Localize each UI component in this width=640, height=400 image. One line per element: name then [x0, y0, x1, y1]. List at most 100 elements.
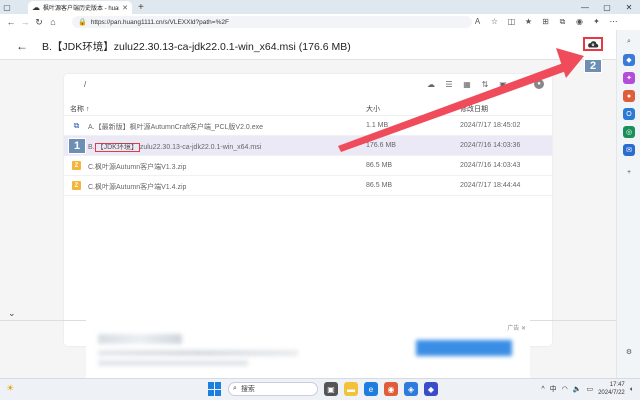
- package-icon[interactable]: ▣: [498, 79, 508, 89]
- volume-icon[interactable]: 🔈: [573, 385, 582, 393]
- file-name-prefix: B.: [88, 144, 95, 151]
- step-badge-1: 1: [68, 138, 86, 154]
- file-date: 2024/7/16 14:03:43: [460, 162, 521, 169]
- favorite-star-icon[interactable]: ☆: [488, 15, 501, 28]
- sidebar-office-icon[interactable]: ●: [623, 90, 635, 102]
- file-date: 2024/7/17 18:44:44: [460, 182, 521, 189]
- wifi-icon[interactable]: ◠: [562, 385, 568, 393]
- start-button[interactable]: [208, 382, 222, 396]
- forward-icon[interactable]: →: [18, 15, 32, 29]
- collections-icon[interactable]: ⊞: [539, 15, 552, 28]
- window-icon: ⧉: [73, 120, 80, 130]
- read-aloud-icon[interactable]: A: [471, 15, 484, 28]
- clock-date: 2024/7/22: [598, 390, 625, 396]
- list-view-icon[interactable]: ☰: [444, 79, 454, 89]
- column-name[interactable]: 名称 ↑: [70, 104, 89, 114]
- file-size: 1.1 MB: [366, 122, 389, 129]
- app-icon[interactable]: ◈: [404, 382, 418, 396]
- ad-label[interactable]: 广告 ✕: [507, 323, 526, 332]
- sidebar-settings-icon[interactable]: ⚙: [623, 346, 635, 358]
- file-name-suffix: zulu22.30.13-ca-jdk22.0.1-win_x64.msi: [139, 144, 262, 151]
- file-name-highlight: 【JDK环境】: [94, 143, 140, 152]
- zip-icon: Z: [72, 181, 81, 190]
- close-window-icon[interactable]: ✕: [618, 0, 640, 14]
- chrome-icon[interactable]: ◉: [384, 382, 398, 396]
- table-row-selected[interactable]: 1 B. 【JDK环境】 zulu22.30.13-ca-jdk22.0.1-win…: [64, 136, 552, 156]
- table-row[interactable]: Z C.枫叶源Autumn客户端V1.4.zip 86.5 MB 2024/7/…: [64, 176, 552, 196]
- ad-blurred-button[interactable]: [416, 340, 512, 356]
- copilot-icon[interactable]: ✦: [590, 15, 603, 28]
- window-menu-icon[interactable]: ▢: [0, 0, 14, 14]
- sidebar-tools-icon[interactable]: ◎: [623, 126, 635, 138]
- minimize-icon[interactable]: —: [574, 0, 596, 14]
- task-view-icon[interactable]: ▣: [324, 382, 338, 396]
- edge-icon[interactable]: e: [364, 382, 378, 396]
- file-name: C.枫叶源Autumn客户端V1.4.zip: [88, 184, 187, 191]
- breadcrumb[interactable]: /: [84, 80, 86, 89]
- more-menu-icon[interactable]: ⋯: [607, 15, 620, 28]
- file-date: 2024/7/17 18:45:02: [460, 122, 521, 129]
- address-bar[interactable]: 🔒 https://pan.huang1111.cn/s/VLEXXld?pat…: [72, 16, 472, 28]
- file-size: 176.6 MB: [366, 142, 396, 149]
- input-lang[interactable]: 中: [550, 384, 557, 394]
- file-name: C.枫叶源Autumn客户端V1.3.zip: [88, 164, 187, 171]
- maximize-icon[interactable]: ▢: [596, 0, 618, 14]
- table-row[interactable]: ⧉ A.【最新版】枫叶源AutumnCraft客户端_PCL版V2.0.exe …: [64, 116, 552, 136]
- sidebar-games-icon[interactable]: ✦: [623, 72, 635, 84]
- search-label: 搜索: [240, 386, 255, 393]
- toolbar-extensions: A ☆ ◫ ★ ⊞ ⧉ ◉ ✦ ⋯: [471, 15, 620, 28]
- grid-view-icon[interactable]: ▦: [462, 79, 472, 89]
- clock-time: 17:47: [609, 382, 625, 388]
- new-tab-button[interactable]: +: [138, 1, 144, 14]
- column-size[interactable]: 大小: [366, 104, 380, 114]
- address-url: https://pan.huang1111.cn/s/VLEXXld?path=…: [90, 18, 229, 26]
- sidebar-outlook2-icon[interactable]: ✉: [623, 144, 635, 156]
- clock[interactable]: 17:47 2024/7/22: [598, 381, 625, 397]
- table-row[interactable]: Z C.枫叶源Autumn客户端V1.3.zip 86.5 MB 2024/7/…: [64, 156, 552, 176]
- taskbar-search[interactable]: ⌕ 搜索: [228, 382, 318, 396]
- step-badge-2: 2: [584, 59, 602, 73]
- ad-banner[interactable]: 广告 ✕: [86, 320, 530, 378]
- vs-icon[interactable]: ◆: [424, 382, 438, 396]
- ad-blurred-text: [98, 360, 248, 366]
- ad-blurred-text: [98, 350, 298, 356]
- extensions-icon[interactable]: ⧉: [556, 15, 569, 28]
- file-explorer-icon[interactable]: ▬: [344, 382, 358, 396]
- ad-blurred-logo: [98, 334, 182, 344]
- sort-icon[interactable]: ⇅: [480, 79, 490, 89]
- profile-icon[interactable]: ◉: [573, 15, 586, 28]
- avatar[interactable]: ●: [534, 79, 544, 89]
- chevron-down-icon[interactable]: ⌄: [8, 308, 16, 319]
- sidebar-add-icon[interactable]: +: [623, 166, 635, 178]
- tab-title: 枫叶源客户端历史版本 - huang1: [43, 6, 119, 12]
- column-date[interactable]: 修改日期: [460, 104, 488, 114]
- weather-icon[interactable]: ☀: [6, 383, 14, 394]
- file-name: A.【最新版】枫叶源AutumnCraft客户端_PCL版V2.0.exe: [88, 124, 264, 131]
- edge-sidebar: ⌕ ◆ ✦ ● O ◎ ✉ + ⚙: [616, 30, 640, 378]
- back-arrow-icon[interactable]: ←: [16, 39, 28, 53]
- sidebar-shopping-icon[interactable]: ◆: [623, 54, 635, 66]
- split-screen-icon[interactable]: ◫: [505, 15, 518, 28]
- home-icon[interactable]: ⌂: [46, 15, 60, 29]
- tab-close-icon[interactable]: ✕: [122, 4, 128, 12]
- sidebar-outlook-icon[interactable]: O: [623, 108, 635, 120]
- favorites-icon[interactable]: ★: [522, 15, 535, 28]
- file-title: B.【JDK环境】zulu22.30.13-ca-jdk22.0.1-win_x…: [42, 41, 351, 53]
- taskbar-apps: ⌕ 搜索 ▣ ▬ e ◉ ◈ ◆: [208, 382, 438, 396]
- download-button[interactable]: [583, 37, 603, 51]
- battery-icon[interactable]: ▭: [586, 385, 593, 393]
- settings-icon[interactable]: ⚙: [516, 79, 526, 89]
- taskbar: ☀ ⌕ 搜索 ▣ ▬ e ◉ ◈ ◆ ^ 中 ◠ 🔈 ▭ 17:47 2024/…: [0, 378, 640, 400]
- cloud-icon[interactable]: ☁: [426, 79, 436, 89]
- reload-icon[interactable]: ↻: [32, 15, 46, 29]
- tray-chevron-icon[interactable]: ^: [541, 386, 544, 393]
- back-icon[interactable]: ←: [4, 15, 18, 29]
- sidebar-search-icon[interactable]: ⌕: [623, 36, 635, 48]
- search-icon: ⌕: [233, 385, 237, 392]
- notifications-icon[interactable]: ◐: [630, 386, 634, 393]
- browser-tab[interactable]: ☁ 枫叶源客户端历史版本 - huang1 ✕: [28, 1, 132, 14]
- browser-toolbar: ← → ↻ ⌂ 🔒 https://pan.huang1111.cn/s/VLE…: [0, 14, 640, 30]
- file-date: 2024/7/16 14:03:36: [460, 142, 521, 149]
- lock-icon[interactable]: 🔒: [78, 18, 87, 26]
- zip-icon: Z: [72, 161, 81, 170]
